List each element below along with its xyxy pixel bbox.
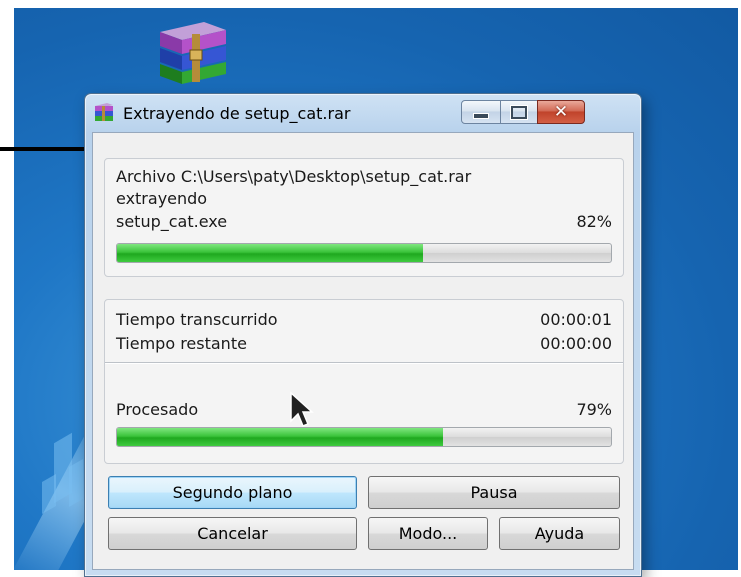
extraction-window: Extrayendo de setup_cat.rar ✕ Archivo C:…	[84, 93, 642, 577]
title-bar[interactable]: Extrayendo de setup_cat.rar ✕	[85, 94, 641, 132]
time-progress-group: Tiempo transcurrido 00:00:01 Tiempo rest…	[104, 299, 624, 464]
action-label: extrayendo	[116, 189, 208, 208]
winrar-icon	[95, 103, 113, 121]
maximize-button[interactable]	[500, 100, 538, 124]
close-icon: ✕	[553, 101, 569, 122]
window-client-area: Archivo C:\Users\paty\Desktop\setup_cat.…	[92, 132, 634, 570]
mode-button[interactable]: Modo...	[368, 517, 488, 550]
file-progress-fill	[117, 244, 424, 262]
file-percent-label: 82%	[576, 212, 612, 231]
total-progress-fill	[117, 428, 444, 446]
group-separator	[105, 362, 623, 364]
file-progress-bar	[116, 243, 612, 263]
mouse-cursor-icon	[290, 391, 314, 427]
file-progress-group: Archivo C:\Users\paty\Desktop\setup_cat.…	[104, 158, 624, 277]
archive-path-label: Archivo C:\Users\paty\Desktop\setup_cat.…	[116, 167, 472, 186]
desktop-pane	[69, 458, 83, 508]
total-progress-bar	[116, 427, 612, 447]
help-button[interactable]: Ayuda	[499, 517, 620, 550]
elapsed-time-label: Tiempo transcurrido	[116, 310, 278, 329]
maximize-icon	[511, 105, 527, 119]
remaining-time-label: Tiempo restante	[116, 334, 247, 353]
window-title: Extrayendo de setup_cat.rar	[123, 104, 351, 123]
processed-percent-label: 79%	[576, 400, 612, 419]
winrar-icon[interactable]	[154, 20, 232, 86]
remaining-time-value: 00:00:00	[540, 334, 612, 353]
elapsed-time-value: 00:00:01	[540, 310, 612, 329]
close-button[interactable]: ✕	[537, 100, 585, 124]
background-button[interactable]: Segundo plano	[108, 476, 357, 509]
pause-button[interactable]: Pausa	[368, 476, 620, 509]
minimize-icon	[473, 113, 489, 119]
processed-label: Procesado	[116, 400, 199, 419]
minimize-button[interactable]	[461, 100, 501, 124]
cancel-button[interactable]: Cancelar	[108, 517, 357, 550]
current-file-label: setup_cat.exe	[116, 212, 228, 231]
